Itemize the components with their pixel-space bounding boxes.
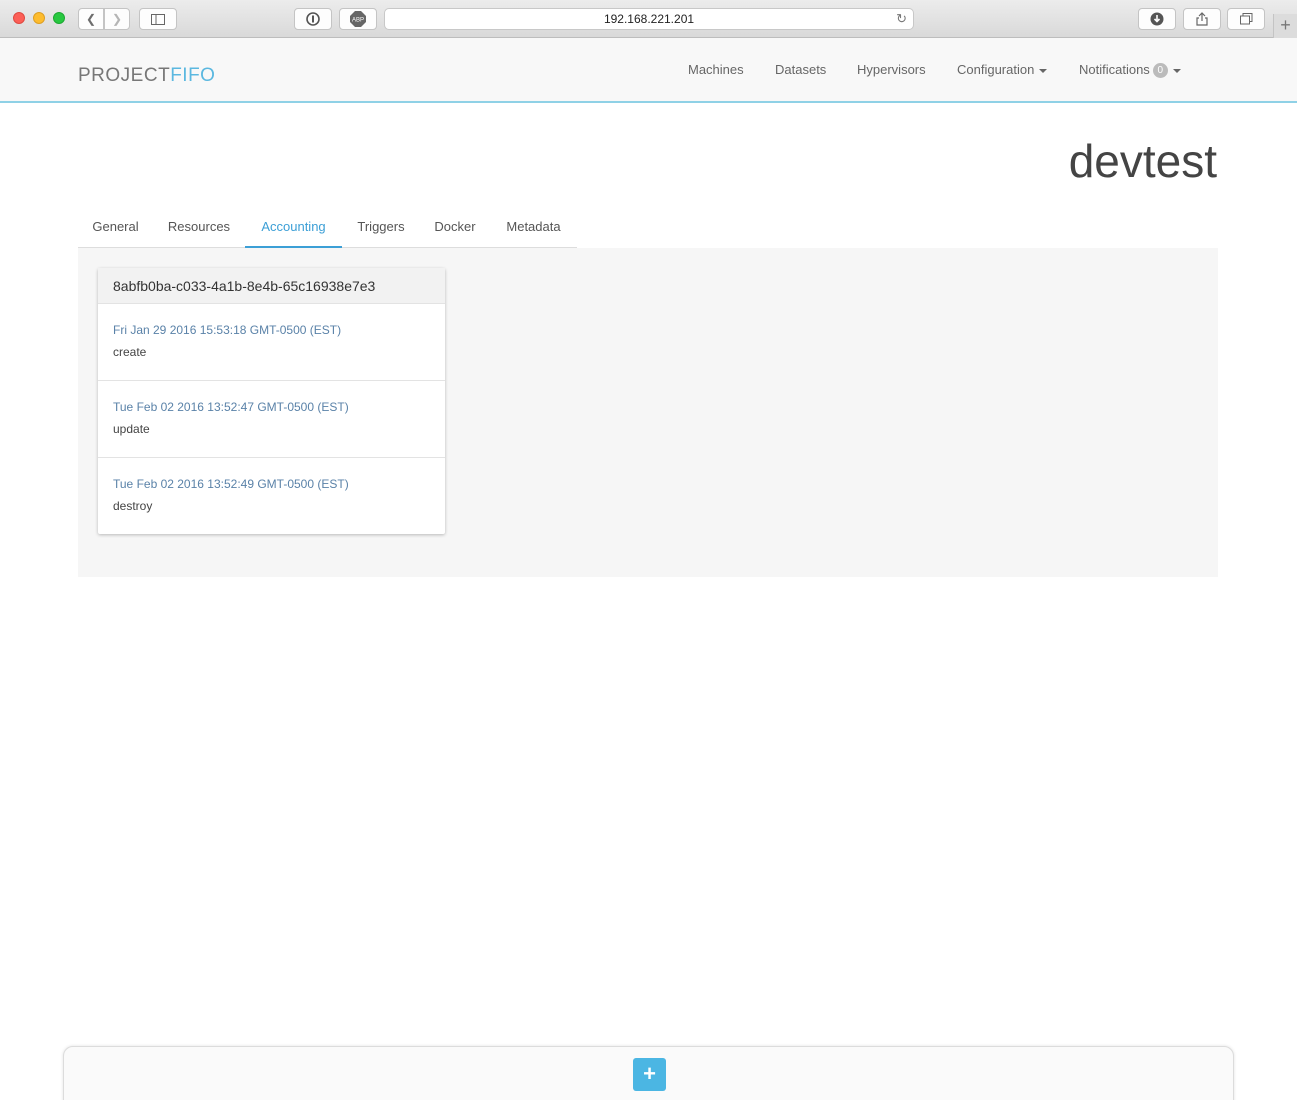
entry-action: create xyxy=(113,345,147,359)
download-icon xyxy=(1150,12,1164,26)
minimize-window-button[interactable] xyxy=(33,12,45,24)
tabs-overview-button[interactable] xyxy=(1227,8,1265,30)
address-bar[interactable]: 192.168.221.201 ↻ xyxy=(384,8,914,30)
accounting-panel: 8abfb0ba-c033-4a1b-8e4b-65c16938e7e3 Fri… xyxy=(78,248,1218,577)
logo-right: FIFO xyxy=(170,65,216,86)
adblock-icon: ABP xyxy=(350,11,366,27)
tab-triggers[interactable]: Triggers xyxy=(342,206,420,248)
tab-accounting[interactable]: Accounting xyxy=(245,206,342,248)
sidebar-button[interactable] xyxy=(139,8,177,30)
nav-configuration[interactable]: Configuration xyxy=(957,62,1048,77)
entry-date: Tue Feb 02 2016 13:52:49 GMT-0500 (EST) xyxy=(113,477,349,491)
chevron-down-icon xyxy=(1039,68,1048,73)
nav-notifications[interactable]: Notifications 0 xyxy=(1079,62,1181,79)
tab-docker[interactable]: Docker xyxy=(420,206,490,248)
sidebar-icon xyxy=(151,13,165,25)
new-tab-icon[interactable]: + xyxy=(1273,14,1297,38)
forward-icon: ❯ xyxy=(111,12,123,26)
tab-bar: General Resources Accounting Triggers Do… xyxy=(78,206,577,248)
nav-machines[interactable]: Machines xyxy=(688,62,744,77)
downloads-button[interactable] xyxy=(1138,8,1176,30)
tab-general[interactable]: General xyxy=(78,206,153,248)
nav-configuration-label: Configuration xyxy=(957,62,1035,77)
list-item: Tue Feb 02 2016 13:52:49 GMT-0500 (EST) … xyxy=(98,457,445,534)
entry-date: Fri Jan 29 2016 15:53:18 GMT-0500 (EST) xyxy=(113,323,342,337)
back-icon: ❮ xyxy=(85,12,97,26)
url-text: 192.168.221.201 xyxy=(603,12,695,26)
page-title: devtest xyxy=(1068,135,1217,187)
app-navbar: PROJECTFIFO Machines Datasets Hypervisor… xyxy=(0,38,1297,103)
project-fifo-logo[interactable]: PROJECTFIFO xyxy=(78,65,215,87)
plus-icon: + xyxy=(643,1061,656,1086)
accounting-card: 8abfb0ba-c033-4a1b-8e4b-65c16938e7e3 Fri… xyxy=(98,268,445,534)
nav-notifications-label: Notifications xyxy=(1079,62,1150,77)
password-button[interactable] xyxy=(294,8,332,30)
tab-resources[interactable]: Resources xyxy=(153,206,245,248)
accounting-uuid: 8abfb0ba-c033-4a1b-8e4b-65c16938e7e3 xyxy=(98,268,445,303)
list-item: Fri Jan 29 2016 15:53:18 GMT-0500 (EST) … xyxy=(98,303,445,380)
zoom-window-button[interactable] xyxy=(53,12,65,24)
logo-left: PROJECT xyxy=(78,65,171,86)
list-item: Tue Feb 02 2016 13:52:47 GMT-0500 (EST) … xyxy=(98,380,445,457)
entry-action: destroy xyxy=(113,499,153,513)
adblock-button[interactable]: ABP xyxy=(339,8,377,30)
forward-button[interactable]: ❯ xyxy=(104,8,130,30)
reload-icon[interactable]: ↻ xyxy=(896,9,907,29)
password-icon xyxy=(306,12,320,26)
browser-toolbar: ❮ ❯ ABP 192.168.221.201 ↻ + xyxy=(0,0,1297,38)
nav-hypervisors[interactable]: Hypervisors xyxy=(857,62,926,77)
entry-action: update xyxy=(113,422,150,436)
tab-metadata[interactable]: Metadata xyxy=(490,206,577,248)
add-button[interactable]: + xyxy=(633,1058,666,1091)
share-button[interactable] xyxy=(1183,8,1221,30)
entry-date: Tue Feb 02 2016 13:52:47 GMT-0500 (EST) xyxy=(113,400,349,414)
svg-text:ABP: ABP xyxy=(352,18,364,24)
close-window-button[interactable] xyxy=(13,12,25,24)
notifications-count-badge: 0 xyxy=(1152,63,1168,79)
nav-datasets[interactable]: Datasets xyxy=(775,62,826,77)
share-icon xyxy=(1196,12,1208,26)
footer-bar: + xyxy=(63,1046,1234,1100)
tabs-icon xyxy=(1239,13,1252,25)
chevron-down-icon xyxy=(1172,68,1181,73)
back-button[interactable]: ❮ xyxy=(78,8,104,30)
